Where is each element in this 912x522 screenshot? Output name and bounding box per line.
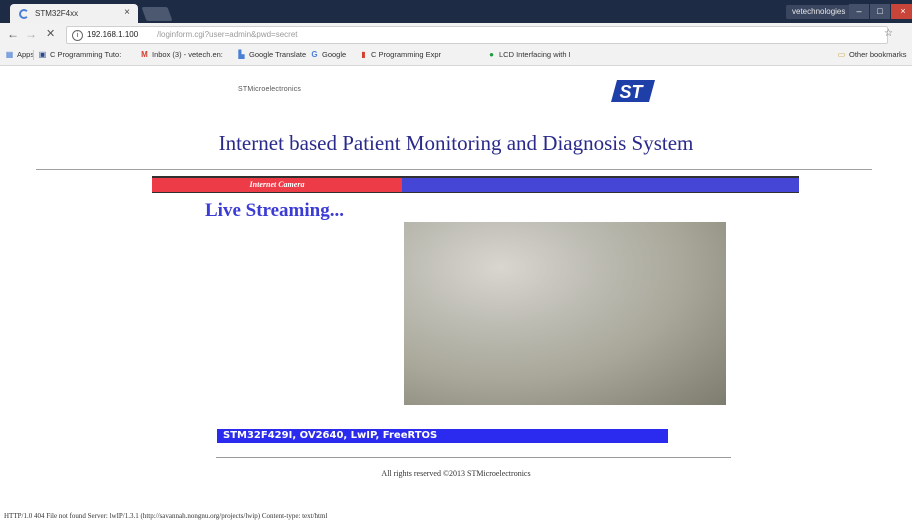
svg-text:ST: ST [619,82,644,102]
st-logo: ST [611,80,655,102]
bookmark-icon: ▣ [38,50,47,59]
window-controls: – □ × [848,4,912,19]
camera-tab-bar: Internet Camera [152,176,799,193]
tab-title: STM32F4xx [35,9,79,18]
info-icon[interactable]: i [72,30,83,41]
company-name: STMicroelectronics [238,86,302,93]
forward-button[interactable]: → [25,27,37,41]
http-status-text: HTTP/1.0 404 File not found Server: lwIP… [4,512,328,520]
translate-icon: ▙ [238,50,245,59]
bookmark-star-icon[interactable]: ☆ [884,28,893,39]
page-title: Internet based Patient Monitoring and Di… [218,131,694,155]
url-host: 192.168.1.100 [87,30,139,39]
url-path: /loginform.cgi?user=admin&pwd=secret [157,30,298,39]
divider [36,169,872,170]
footer-divider [216,457,731,458]
copyright-footer: All rights reserved ©2013 STMicroelectro… [381,469,531,478]
bookmark-lcd-interfacing[interactable]: ● LCD Interfacing with I [487,50,571,59]
hardware-info-bar: STM32F429I, OV2640, LwIP, FreeRTOS [217,429,668,443]
back-button[interactable]: ← [7,27,19,41]
other-bookmarks[interactable]: ▭ Other bookmarks [837,50,907,59]
tab-close-button[interactable]: × [124,7,130,18]
bookmark-apps[interactable]: ▦ Apps [5,50,34,59]
bookmark-c-programming-expr[interactable]: ▮ C Programming Expr [359,50,441,59]
close-window-button[interactable]: × [891,4,912,19]
bookmark-c-programming-tuto[interactable]: ▣ C Programming Tuto: [38,50,122,59]
bookmark-google-translate[interactable]: ▙ Google Translate [237,50,306,59]
bookmark-icon: ▮ [361,50,366,59]
apps-icon: ▦ [5,50,14,59]
new-tab-button[interactable] [141,7,173,21]
google-icon: G [311,50,318,59]
browser-tab[interactable]: STM32F4xx × [10,4,138,23]
minimize-button[interactable]: – [849,4,869,19]
bookmark-inbox[interactable]: M Inbox (3) - vetech.en: [140,50,223,59]
camera-video-feed [404,222,726,405]
bookmarks-bar: ▦ Apps ▣ C Programming Tuto: M Inbox (3) - … [0,45,912,66]
live-streaming-heading: Live Streaming... [205,200,344,221]
tab-bar-fill [402,178,799,192]
bookmark-separator [33,50,34,60]
profile-button[interactable]: vetechnologies [786,5,852,19]
folder-icon: ▭ [837,50,846,59]
bookmark-google[interactable]: G Google [310,50,346,59]
address-toolbar: ← → ✕ i 192.168.1.100 /loginform.cgi?use… [0,23,912,45]
browser-titlebar: STM32F4xx × vetechnologies – □ × [0,0,912,23]
url-bar[interactable]: i 192.168.1.100 /loginform.cgi?user=admi… [66,26,888,44]
gmail-icon: M [141,50,148,59]
stop-button[interactable]: ✕ [46,27,55,41]
maximize-button[interactable]: □ [870,4,890,19]
loading-spinner-icon [19,8,29,19]
bookmark-icon: ● [489,50,494,59]
camera-tab-label[interactable]: Internet Camera [152,178,402,192]
